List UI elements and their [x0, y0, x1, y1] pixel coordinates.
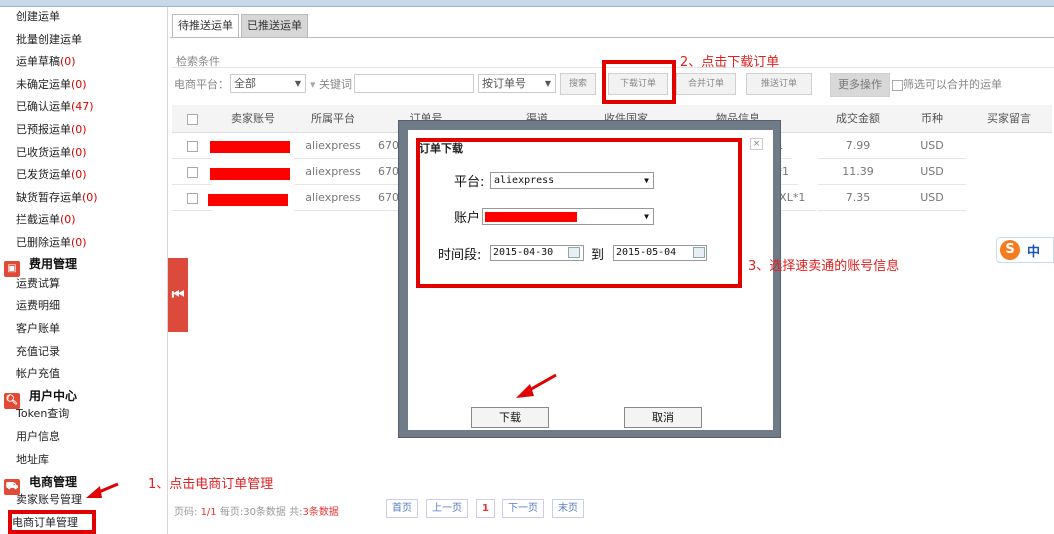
- annotation-arrows: [86, 373, 557, 498]
- arrow-to-ecom: [86, 482, 119, 498]
- arrow-to-download: [516, 373, 557, 398]
